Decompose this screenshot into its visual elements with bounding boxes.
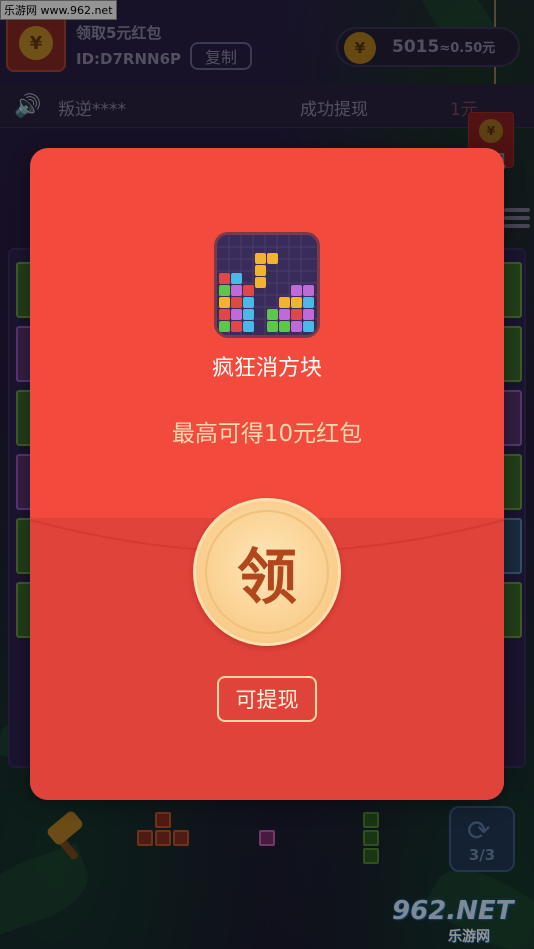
claim-button[interactable]: 领 xyxy=(193,498,341,646)
app-icon xyxy=(214,232,320,338)
claim-label: 领 xyxy=(205,510,329,634)
app-name: 疯狂消方块 xyxy=(211,356,322,381)
red-packet-modal: 疯狂消方块 最高可得10元红包 领 可提现 xyxy=(30,148,504,800)
withdraw-button[interactable]: 可提现 xyxy=(217,676,317,722)
reward-text: 最高可得10元红包 xyxy=(171,421,363,447)
